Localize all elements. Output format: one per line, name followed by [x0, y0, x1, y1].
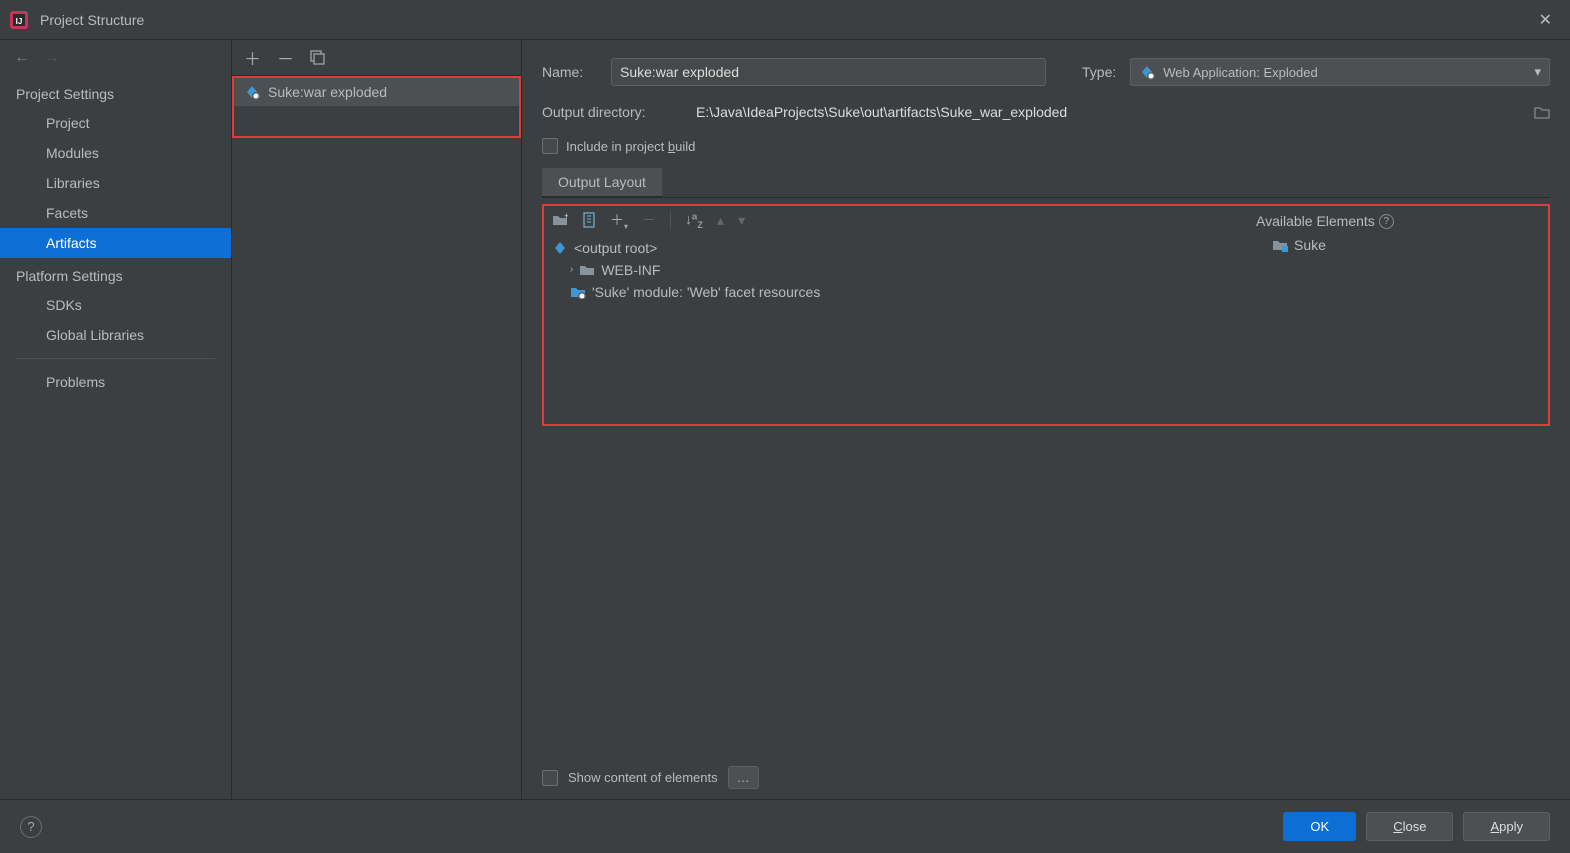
- artifact-list-highlight: Suke:war exploded: [232, 76, 521, 138]
- layout-tree: <output root> › WEB-INF 'Suke' module: '…: [544, 235, 1248, 305]
- sort-icon[interactable]: ↓ªz: [685, 211, 703, 231]
- output-root-icon: [552, 240, 568, 256]
- svg-text:+: +: [564, 213, 568, 221]
- add-copy-icon[interactable]: ＋▾: [610, 210, 628, 231]
- type-combo[interactable]: Web Application: Exploded ▾: [1130, 58, 1550, 86]
- close-button[interactable]: Close: [1366, 812, 1453, 841]
- include-build-label: Include in project build: [566, 139, 695, 154]
- output-dir-label: Output directory:: [542, 104, 682, 120]
- nav-item-facets[interactable]: Facets: [0, 198, 231, 228]
- sidebar-left: ← → Project Settings Project Modules Lib…: [0, 40, 232, 799]
- help-button[interactable]: ?: [20, 816, 42, 838]
- layout-toolbar: + ＋▾ － ↓ªz ▴ ▾: [544, 206, 1248, 235]
- footer-buttons: OK Close Apply: [1283, 812, 1550, 841]
- toolbar-divider: [670, 211, 671, 229]
- row-name-type: Name: Type: Web Application: Exploded ▾: [542, 58, 1550, 86]
- nav-forward-icon[interactable]: →: [44, 49, 60, 67]
- include-build-checkbox[interactable]: [542, 138, 558, 154]
- remove-icon[interactable]: －: [277, 45, 294, 70]
- available-module-label: Suke: [1294, 237, 1326, 253]
- nav-item-modules[interactable]: Modules: [0, 138, 231, 168]
- row-include-build: Include in project build: [542, 138, 1550, 154]
- web-facet-icon: [570, 285, 586, 299]
- tab-output-layout[interactable]: Output Layout: [542, 168, 662, 198]
- type-label: Type:: [1082, 64, 1116, 80]
- browse-folder-icon[interactable]: [1534, 105, 1550, 119]
- nav-item-global-libraries[interactable]: Global Libraries: [0, 320, 231, 350]
- nav-arrows: ← →: [0, 40, 231, 76]
- available-module[interactable]: Suke: [1256, 232, 1540, 256]
- row-output-dir: Output directory: E:\Java\IdeaProjects\S…: [542, 104, 1550, 120]
- main-area: ← → Project Settings Project Modules Lib…: [0, 40, 1570, 799]
- available-elements-header: Available Elements ?: [1256, 210, 1540, 232]
- available-elements: Available Elements ? Suke: [1248, 206, 1548, 424]
- nav-item-libraries[interactable]: Libraries: [0, 168, 231, 198]
- artifact-item-label: Suke:war exploded: [268, 84, 387, 100]
- titlebar: IJ Project Structure ✕: [0, 0, 1570, 40]
- copy-icon[interactable]: [310, 50, 325, 65]
- nav-item-problems[interactable]: Problems: [0, 367, 231, 397]
- ellipsis-button[interactable]: …: [728, 766, 759, 789]
- footer: ? OK Close Apply: [0, 799, 1570, 853]
- nav-item-sdks[interactable]: SDKs: [0, 290, 231, 320]
- nav-item-artifacts[interactable]: Artifacts: [0, 228, 231, 258]
- new-folder-icon[interactable]: +: [552, 213, 568, 227]
- tree-webinf-label: WEB-INF: [601, 262, 660, 278]
- tree-root-label: <output root>: [574, 240, 657, 256]
- add-icon[interactable]: ＋: [244, 45, 261, 70]
- chevron-right-icon: ›: [570, 264, 573, 275]
- name-label: Name:: [542, 64, 597, 80]
- show-content-label: Show content of elements: [568, 770, 718, 785]
- sidebar-artifacts: ＋ － Suke:war exploded: [232, 40, 522, 799]
- type-value: Web Application: Exploded: [1163, 65, 1317, 80]
- tree-root[interactable]: <output root>: [550, 237, 1242, 259]
- artifact-icon: [244, 84, 260, 100]
- new-archive-icon[interactable]: [582, 212, 596, 228]
- tree-facet-label: 'Suke' module: 'Web' facet resources: [592, 284, 820, 300]
- close-icon[interactable]: ✕: [1531, 6, 1560, 34]
- show-content-checkbox[interactable]: [542, 770, 558, 786]
- apply-button[interactable]: Apply: [1463, 812, 1550, 841]
- remove-layout-icon[interactable]: －: [642, 210, 656, 230]
- nav-divider: [16, 358, 215, 359]
- window-title: Project Structure: [40, 12, 144, 28]
- svg-text:IJ: IJ: [16, 17, 23, 26]
- nav-back-icon[interactable]: ←: [14, 49, 30, 67]
- artifact-type-icon: [1139, 64, 1155, 80]
- name-input[interactable]: [611, 58, 1046, 86]
- content-right: Name: Type: Web Application: Exploded ▾ …: [522, 40, 1570, 799]
- artifact-item[interactable]: Suke:war exploded: [234, 78, 519, 106]
- output-dir-value[interactable]: E:\Java\IdeaProjects\Suke\out\artifacts\…: [696, 104, 1512, 120]
- folder-icon: [579, 263, 595, 277]
- tabs-row: Output Layout: [542, 168, 1550, 198]
- available-elements-label: Available Elements: [1256, 213, 1375, 229]
- move-down-icon[interactable]: ▾: [738, 212, 745, 229]
- section-header-platform-settings: Platform Settings: [0, 258, 231, 290]
- output-layout-area: + ＋▾ － ↓ªz ▴ ▾ <output root>: [542, 204, 1550, 426]
- layout-left: + ＋▾ － ↓ªz ▴ ▾ <output root>: [544, 206, 1248, 424]
- artifacts-toolbar: ＋ －: [232, 40, 521, 76]
- nav-item-project[interactable]: Project: [0, 108, 231, 138]
- chevron-down-icon: ▾: [1534, 64, 1541, 80]
- ok-button[interactable]: OK: [1283, 812, 1356, 841]
- module-folder-icon: [1272, 238, 1288, 252]
- move-up-icon[interactable]: ▴: [717, 212, 724, 229]
- help-icon[interactable]: ?: [1379, 214, 1394, 229]
- tree-webinf[interactable]: › WEB-INF: [550, 259, 1242, 281]
- bottom-section: Show content of elements …: [542, 756, 1550, 799]
- section-header-project-settings: Project Settings: [0, 76, 231, 108]
- tree-facet[interactable]: 'Suke' module: 'Web' facet resources: [550, 281, 1242, 303]
- app-icon: IJ: [10, 11, 28, 29]
